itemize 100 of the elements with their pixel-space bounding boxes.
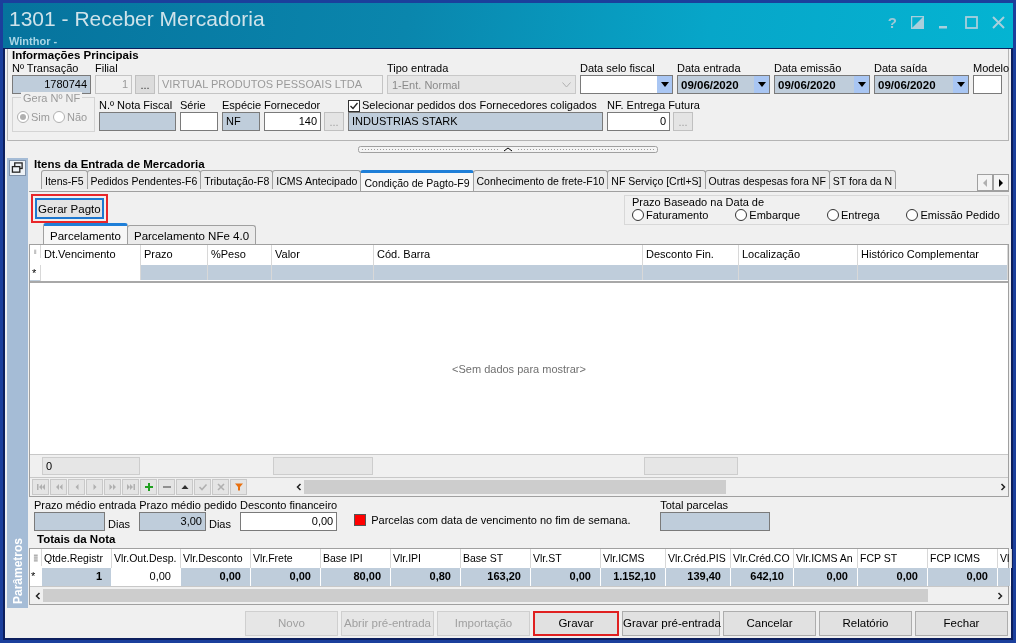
navigator-button[interactable] <box>176 479 193 495</box>
table-cell[interactable] <box>208 265 272 280</box>
table-cell[interactable]: 0,00 <box>251 568 321 586</box>
tab[interactable]: Parcelamento <box>43 223 128 244</box>
splitter-grip[interactable] <box>358 146 658 153</box>
action-button[interactable]: Fechar <box>915 610 1008 636</box>
restore-icon[interactable] <box>9 160 26 176</box>
readonly-field[interactable] <box>34 512 106 531</box>
field-label: Prazo médio pedido <box>139 499 237 512</box>
radio-button[interactable] <box>632 209 644 221</box>
horizontal-scrollbar[interactable] <box>294 479 1008 495</box>
action-button[interactable]: Gravar pré-entrada <box>622 610 720 636</box>
table-cell[interactable]: 0,00 <box>181 568 251 586</box>
tab[interactable]: Conhecimento de frete-F10 <box>472 170 609 189</box>
table-cell[interactable] <box>374 265 643 280</box>
table-cell[interactable] <box>858 265 1008 280</box>
table-cell[interactable] <box>739 265 858 280</box>
dropdown-button[interactable] <box>953 76 968 93</box>
tab[interactable]: Pedidos Pendentes-F6 <box>86 170 202 189</box>
date-picker[interactable] <box>580 75 673 94</box>
input-field[interactable]: 0,00 <box>239 512 338 531</box>
radio-label: Embarque <box>749 209 801 221</box>
readonly-field[interactable]: 3,00 <box>139 512 206 531</box>
readonly-field[interactable]: NF <box>222 112 260 131</box>
readonly-field[interactable]: INDUSTRIAS STARK <box>348 112 603 131</box>
date-picker[interactable]: 09/06/2020 <box>874 75 969 94</box>
tab[interactable]: ICMS Antecipado <box>272 170 362 189</box>
checkbox[interactable] <box>348 99 360 112</box>
chevron-right-icon[interactable] <box>995 590 1005 601</box>
dropdown-button[interactable] <box>754 76 769 93</box>
lookup-button[interactable]: ... <box>135 75 155 94</box>
table-cell[interactable]: 0,00 <box>858 568 928 586</box>
table-cell[interactable]: 0,00 <box>794 568 858 586</box>
down-triangle-icon <box>956 82 965 87</box>
dock-icon[interactable] <box>911 15 924 29</box>
unit-label: Dias <box>208 518 231 531</box>
input-field[interactable]: 0 <box>607 112 670 131</box>
funnel-icon <box>233 482 244 492</box>
check-icon <box>197 482 208 492</box>
action-button[interactable]: Cancelar <box>723 610 816 636</box>
field-label: Data saída <box>874 62 928 75</box>
table-cell[interactable]: 642,10 <box>731 568 794 586</box>
table-cell[interactable]: 0,00 <box>531 568 601 586</box>
summary-cell: 0 <box>42 457 140 475</box>
table-cell[interactable]: 139,40 <box>666 568 731 586</box>
tab[interactable]: ST fora da N <box>828 170 897 189</box>
table-cell[interactable]: 80,00 <box>321 568 391 586</box>
double-right-icon <box>107 482 118 492</box>
plus-icon <box>143 482 154 492</box>
tab[interactable]: NF Serviço [Crtl+S] <box>607 170 706 189</box>
tab[interactable]: Outras despesas fora NF <box>704 170 830 189</box>
table-cell[interactable]: 0,00 <box>112 568 181 586</box>
date-picker[interactable]: 09/06/2020 <box>774 75 870 94</box>
table-cell[interactable] <box>272 265 374 280</box>
tab[interactable]: Tributação-F8 <box>200 170 274 189</box>
table-cell[interactable]: 0,00 <box>928 568 998 586</box>
table-cell[interactable] <box>643 265 739 280</box>
dropdown-button[interactable] <box>657 76 672 93</box>
generate-payment-button[interactable]: Gerar Pagto <box>31 194 108 223</box>
tab[interactable]: Condição de Pagto-F9 <box>360 170 474 191</box>
horizontal-scrollbar[interactable] <box>30 586 1008 604</box>
date-picker[interactable]: 09/06/2020 <box>677 75 770 94</box>
readonly-field[interactable] <box>660 512 771 531</box>
action-button[interactable]: Gravar <box>533 610 619 636</box>
radio-label: Emissão Pedido <box>920 209 1000 221</box>
chevron-left-icon[interactable] <box>294 482 304 492</box>
tab[interactable]: Itens-F5 <box>41 170 88 189</box>
table-cell[interactable]: 1 <box>42 568 112 586</box>
readonly-field[interactable] <box>99 112 176 131</box>
checkbox-label: Selecionar pedidos dos Fornecedores coligados <box>362 99 597 112</box>
chevron-right-icon[interactable] <box>998 482 1008 492</box>
chevron-left-icon[interactable] <box>33 590 43 601</box>
input-field[interactable]: 140 <box>264 112 321 131</box>
input-field[interactable] <box>973 75 1002 94</box>
field-label: Série <box>180 99 206 112</box>
radio-label: Não <box>66 111 88 123</box>
input-field[interactable] <box>180 112 218 131</box>
maximize-icon[interactable] <box>965 15 978 29</box>
action-button[interactable]: Relatório <box>819 610 912 636</box>
tab-scroll-right-button[interactable] <box>993 174 1009 191</box>
table-cell[interactable]: 1.152,10 <box>601 568 666 586</box>
down-triangle-icon <box>757 82 766 87</box>
field-label: Tipo entrada <box>387 62 449 75</box>
dropdown-button[interactable] <box>854 76 869 93</box>
right-triangle-icon <box>998 178 1004 187</box>
tab[interactable]: Parcelamento NFe 4.0 <box>126 225 257 244</box>
field-label: Prazo médio entrada <box>34 499 137 512</box>
table-cell[interactable]: 163,20 <box>461 568 531 586</box>
table-cell[interactable] <box>141 265 208 280</box>
new-row-marker: * <box>30 568 42 586</box>
field-label: Desconto financeiro <box>239 499 338 512</box>
radio-button[interactable] <box>735 209 748 221</box>
table-cell[interactable]: 0,80 <box>391 568 461 586</box>
section-title: Informações Principais <box>12 49 140 62</box>
readonly-field[interactable]: 1780744 <box>12 75 91 94</box>
radio-button[interactable] <box>827 209 839 221</box>
radio-button[interactable] <box>906 209 919 221</box>
close-icon[interactable] <box>992 15 1005 29</box>
section-title: Itens da Entrada de Mercadoria <box>33 158 206 171</box>
field-label: Total parcelas <box>660 499 729 512</box>
